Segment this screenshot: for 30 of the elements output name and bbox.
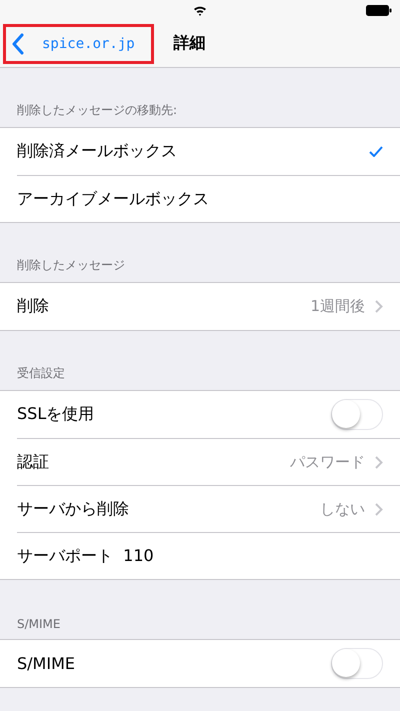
wifi-icon [193, 4, 207, 16]
toggle-switch[interactable] [331, 648, 383, 679]
nav-title: 詳細 [174, 33, 206, 54]
row-label: 認証 [17, 452, 50, 472]
section-header: 削除したメッセージ [17, 257, 125, 274]
battery-icon [366, 5, 392, 16]
row-label: サーバポート 110 [17, 546, 155, 566]
chevron-icon [375, 502, 383, 516]
row-label: サーバから削除 [17, 498, 130, 520]
chevron-icon [375, 456, 383, 468]
section-header: S/MIME [17, 617, 60, 631]
row-label: 削除済メールボックス [17, 141, 178, 162]
row-label: アーカイブメールボックス [17, 188, 210, 210]
row-label: 削除 [17, 296, 50, 317]
settings-row[interactable]: アーカイブメールボックス [17, 175, 400, 222]
back-chevron-icon [12, 32, 24, 54]
section-header: 受信設定 [17, 365, 65, 382]
row-value: 1週間後 [310, 297, 365, 316]
settings-row[interactable]: サーバから削除 しない [17, 485, 400, 532]
toggle-switch[interactable] [331, 399, 383, 430]
settings-row[interactable]: 認証 パスワード [17, 438, 400, 485]
back-button[interactable]: spice.or.jp [3, 24, 154, 64]
row-value: しない [320, 500, 365, 518]
settings-row[interactable]: SSLを使用 [17, 391, 400, 438]
row-label: S/MIME [17, 654, 76, 673]
settings-row[interactable]: 削除済メールボックス [17, 128, 400, 175]
row-label: SSLを使用 [17, 404, 96, 425]
chevron-icon [375, 300, 383, 313]
row-value: パスワード [290, 452, 365, 472]
section-header: 削除したメッセージの移動先: [17, 102, 178, 119]
